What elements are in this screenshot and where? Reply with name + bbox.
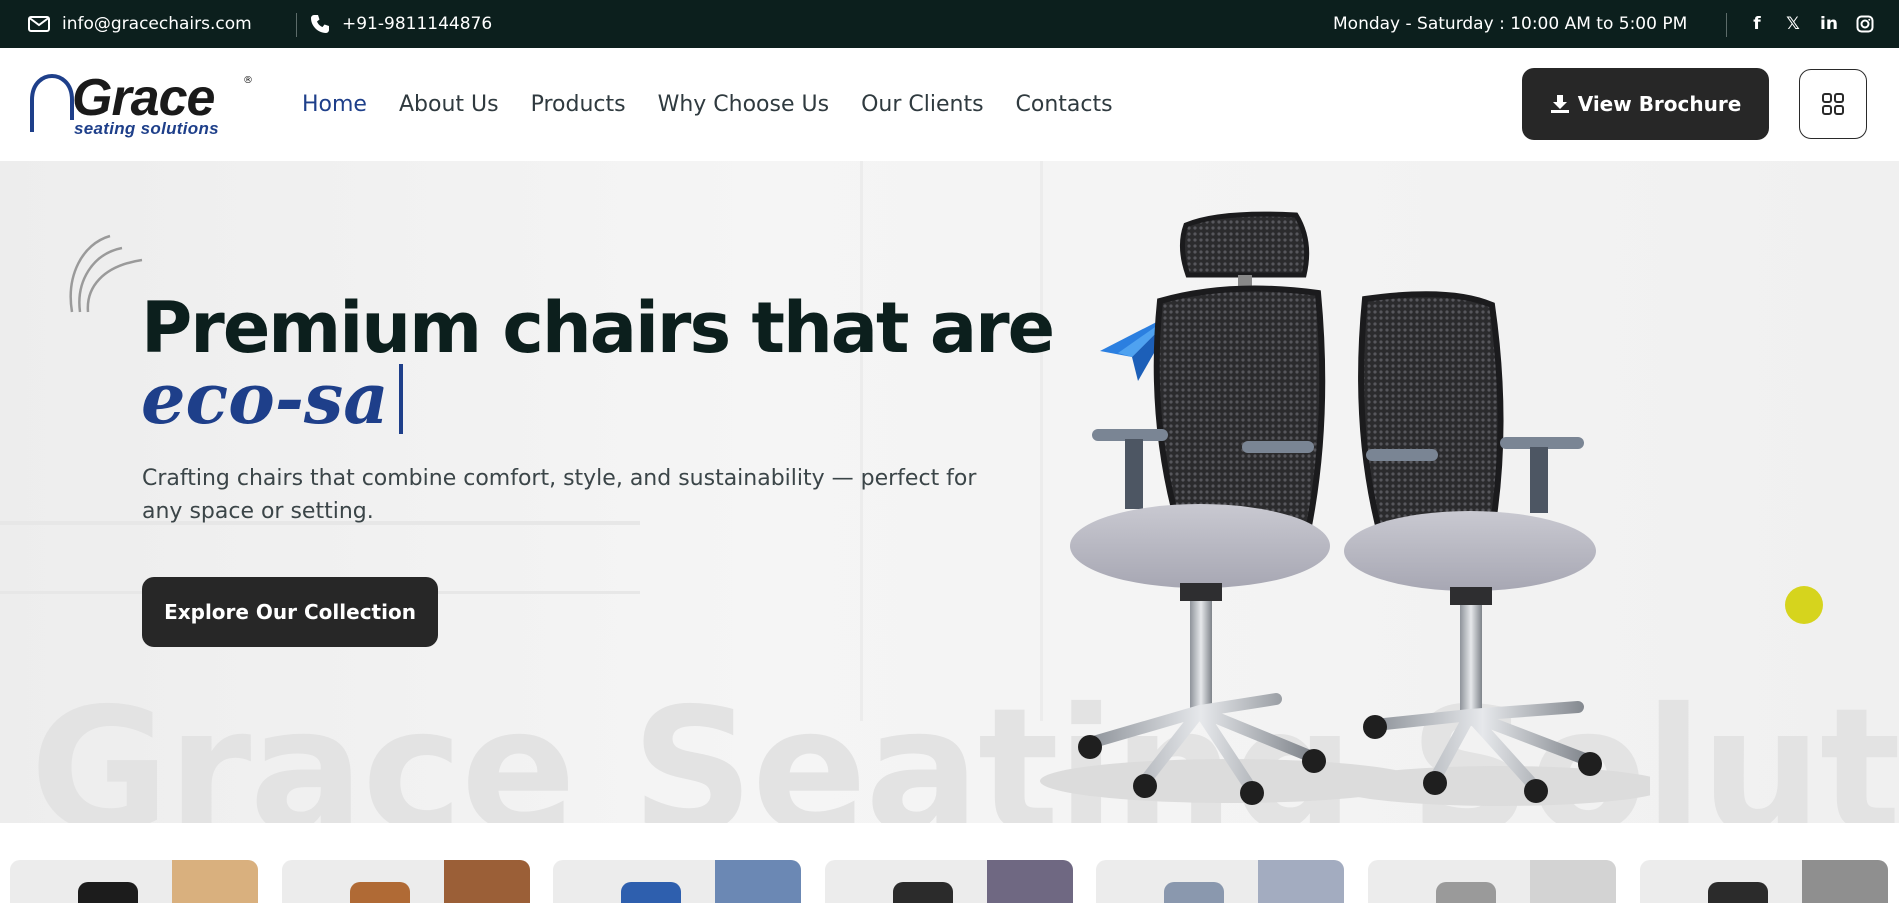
logo-mark-icon bbox=[30, 73, 74, 132]
nav-products[interactable]: Products bbox=[531, 92, 626, 117]
product-card[interactable] bbox=[1640, 860, 1888, 903]
product-thumbnail bbox=[1436, 882, 1496, 903]
explore-collection-label: Explore Our Collection bbox=[164, 600, 416, 624]
grid-icon bbox=[1822, 93, 1844, 115]
grid-menu-button[interactable] bbox=[1799, 69, 1867, 139]
product-card[interactable] bbox=[553, 860, 801, 903]
typing-caret bbox=[398, 364, 403, 434]
product-card-swatch bbox=[1530, 860, 1616, 903]
topbar-divider bbox=[296, 13, 297, 37]
instagram-icon[interactable] bbox=[1856, 15, 1874, 33]
hero-description: Crafting chairs that combine comfort, st… bbox=[142, 466, 977, 524]
product-card-swatch bbox=[172, 860, 258, 903]
product-thumbnail bbox=[893, 882, 953, 903]
nav-home[interactable]: Home bbox=[302, 92, 367, 117]
product-card-swatch bbox=[444, 860, 530, 903]
product-thumbnail bbox=[1164, 882, 1224, 903]
view-brochure-label: View Brochure bbox=[1577, 92, 1742, 116]
phone-icon bbox=[311, 15, 329, 33]
hero-typed-word: eco-sa bbox=[141, 357, 389, 440]
topbar-email-text[interactable]: info@gracechairs.com bbox=[62, 14, 252, 34]
nav-why-choose-us[interactable]: Why Choose Us bbox=[658, 92, 830, 117]
download-icon bbox=[1550, 95, 1569, 113]
logo-tagline: seating solutions bbox=[74, 119, 219, 138]
product-card[interactable] bbox=[1096, 860, 1344, 903]
product-strip bbox=[0, 823, 1899, 903]
product-card[interactable] bbox=[1368, 860, 1616, 903]
site-header: Grace ® seating solutions Home About Us … bbox=[0, 48, 1899, 161]
nav-contacts[interactable]: Contacts bbox=[1016, 92, 1113, 117]
office-chairs-image bbox=[1040, 211, 1650, 806]
product-thumbnail bbox=[1708, 882, 1768, 903]
facebook-icon[interactable]: f bbox=[1748, 14, 1766, 34]
hero-title: Premium chairs that are bbox=[141, 287, 1055, 369]
top-bar: info@gracechairs.com +91-9811144876 Mond… bbox=[0, 0, 1899, 48]
bg-decoration bbox=[860, 161, 863, 721]
social-links: f 𝕏 in bbox=[1748, 0, 1874, 48]
logo-registered-mark: ® bbox=[243, 75, 253, 86]
mail-icon bbox=[28, 16, 50, 32]
linkedin-icon[interactable]: in bbox=[1820, 14, 1838, 34]
hero-section: Grace Seating Solutions Premium chairs t… bbox=[0, 161, 1899, 823]
topbar-hours: Monday - Saturday : 10:00 AM to 5:00 PM bbox=[1333, 0, 1687, 48]
grace-logo[interactable]: Grace ® seating solutions bbox=[28, 68, 258, 140]
product-card-swatch bbox=[715, 860, 801, 903]
topbar-phone-text[interactable]: +91-9811144876 bbox=[342, 14, 492, 34]
product-card-swatch bbox=[1802, 860, 1888, 903]
topbar-hours-text: Monday - Saturday : 10:00 AM to 5:00 PM bbox=[1333, 14, 1688, 34]
product-thumbnail bbox=[78, 882, 138, 903]
main-nav: Home About Us Products Why Choose Us Our… bbox=[302, 48, 1113, 161]
product-thumbnail bbox=[350, 882, 410, 903]
product-card-swatch bbox=[987, 860, 1073, 903]
x-twitter-icon[interactable]: 𝕏 bbox=[1784, 14, 1802, 34]
product-card[interactable] bbox=[282, 860, 530, 903]
nav-about-us[interactable]: About Us bbox=[399, 92, 499, 117]
product-card[interactable] bbox=[825, 860, 1073, 903]
explore-collection-button[interactable]: Explore Our Collection bbox=[142, 577, 438, 647]
product-card[interactable] bbox=[10, 860, 258, 903]
topbar-divider bbox=[1726, 13, 1727, 37]
hero-typed-text: eco-sa bbox=[141, 364, 403, 434]
view-brochure-button[interactable]: View Brochure bbox=[1522, 68, 1769, 140]
decorative-arcs-icon bbox=[69, 234, 143, 313]
topbar-email[interactable]: info@gracechairs.com bbox=[28, 0, 252, 48]
product-thumbnail bbox=[621, 882, 681, 903]
decorative-dot bbox=[1785, 586, 1823, 624]
topbar-phone[interactable]: +91-9811144876 bbox=[310, 0, 492, 48]
product-card-swatch bbox=[1258, 860, 1344, 903]
nav-our-clients[interactable]: Our Clients bbox=[861, 92, 983, 117]
